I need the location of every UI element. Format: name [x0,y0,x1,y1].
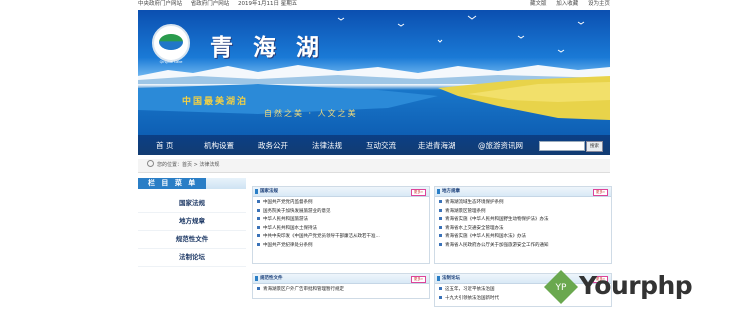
panel-normative-docs: 规范性文件 更多» 青海湖景区户外广告审批和管理暂行规定 [252,273,430,299]
nav-about-lake[interactable]: 走进青海湖 [418,140,456,151]
svg-text:YP: YP [555,283,567,293]
panel-national-laws: 国家法规 更多» 中国共产党党内监督条例 国务院关于加快发展旅游业的意见 中华人… [252,186,430,264]
yp-badge-icon: YP [544,270,578,304]
breadcrumb-prefix: 您的位置： [157,162,183,168]
logo-caption: Qinghai Lake [159,60,183,64]
panel-title: 法制论坛 [442,276,460,281]
list-item[interactable]: 中华人民共和国水土保持法 [257,225,429,234]
list-item[interactable]: 中华人民共和国旅游法 [257,216,429,225]
link-tibetan-version[interactable]: 藏文版 [530,1,547,7]
sidebar-title: 栏 目 菜 单 [138,178,206,189]
list-item[interactable]: 中国共产党党内监督条例 [257,199,429,208]
banner: Qinghai Lake 青 海 湖 中国最美湖泊 自然之美 · 人文之美 [138,10,610,135]
list-item[interactable]: 青海省人民政府办公厅关于加强旅游安全工作的通知 [439,242,611,251]
page: 中央政府门户网站 省政府门户网站 2019年1月11日 星期五 藏文版 加入收藏… [0,0,750,323]
watermark-brand: Yourphp [579,271,693,300]
main-nav: 首 页 机构设置 政务公开 法律法规 互动交流 走进青海湖 @旅游资讯网 搜索 [138,135,610,155]
sidebar-item-national-laws[interactable]: 国家法规 [138,195,246,213]
link-set-homepage[interactable]: 设为主页 [588,1,610,7]
list-item[interactable]: 青海湖景区管理条例 [439,208,611,217]
breadcrumb: 您的位置：首页 > 法律法规 [138,159,610,173]
slogan-sub: 自然之美 · 人文之美 [264,109,358,118]
more-button[interactable]: 更多» [593,189,608,196]
top-bar: 中央政府门户网站 省政府门户网站 2019年1月11日 星期五 藏文版 加入收藏… [138,0,610,9]
list-item[interactable]: 青海省水上交通安全管理办法 [439,225,611,234]
link-central-gov[interactable]: 中央政府门户网站 [138,1,182,7]
panel-local-rules: 地方规章 更多» 青海湖流域生态环境保护条例 青海湖景区管理条例 青海省实施《中… [434,186,612,264]
nav-gov-affairs[interactable]: 政务公开 [258,140,288,151]
link-provincial-gov[interactable]: 省政府门户网站 [191,1,230,7]
panel-title: 国家法规 [260,189,278,194]
list-item[interactable]: 青海省实施《中华人民共和国野生动物保护法》办法 [439,216,611,225]
search-button[interactable]: 搜索 [586,141,603,152]
logo-emblem[interactable] [152,24,190,62]
list-item[interactable]: 国务院关于加快发展旅游业的意见 [257,208,429,217]
watermark: YP Yourphp [543,269,693,309]
nav-home[interactable]: 首 页 [156,140,173,151]
banner-scenery [138,15,610,120]
list-item[interactable]: 中国共产党纪律处分条例 [257,242,429,251]
breadcrumb-path[interactable]: 首页 > 法律法规 [182,162,219,168]
sidebar-item-legal-forum[interactable]: 法制论坛 [138,249,246,267]
site-title: 青 海 湖 [210,34,326,61]
more-button[interactable]: 更多» [411,276,426,283]
list-item[interactable]: 青海省实施《中华人民共和国水法》办法 [439,233,611,242]
nav-laws[interactable]: 法律法规 [312,140,342,151]
nav-travel-news[interactable]: @旅游资讯网 [478,140,523,151]
location-icon [147,160,154,167]
link-add-favorite[interactable]: 加入收藏 [556,1,578,7]
nav-organization[interactable]: 机构设置 [204,140,234,151]
list-item[interactable]: 青海湖景区户外广告审批和管理暂行规定 [257,286,429,295]
search-input[interactable] [539,141,585,151]
sidebar-item-local-rules[interactable]: 地方规章 [138,213,246,231]
nav-interaction[interactable]: 互动交流 [366,140,396,151]
panel-title: 规范性文件 [260,276,283,281]
date-text: 2019年1月11日 星期五 [238,1,298,7]
sidebar-menu: 栏 目 菜 单 国家法规 地方规章 规范性文件 法制论坛 [138,178,246,267]
panel-title: 地方规章 [442,189,460,194]
list-item[interactable]: 中共中央印发《中国共产党党员领导干部廉洁从政若干准... [257,233,429,242]
sidebar-item-normative-docs[interactable]: 规范性文件 [138,231,246,249]
more-button[interactable]: 更多» [411,189,426,196]
list-item[interactable]: 青海湖流域生态环境保护条例 [439,199,611,208]
slogan-main: 中国最美湖泊 [182,97,249,107]
